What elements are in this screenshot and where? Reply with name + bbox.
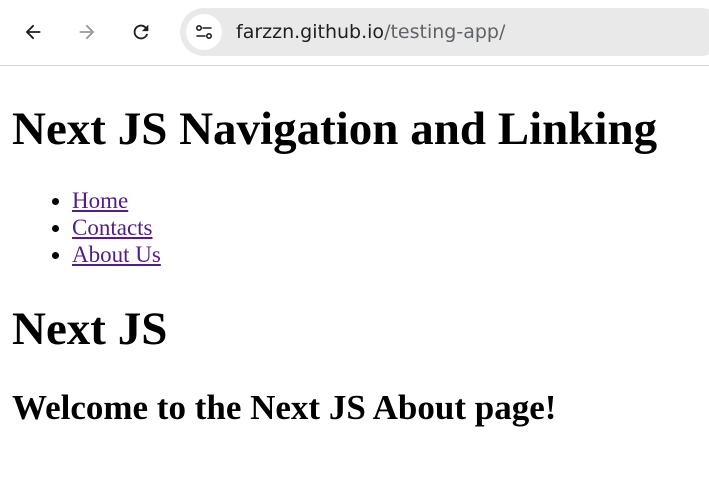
browser-toolbar: farzzn.github.io/testing-app/ (0, 0, 709, 66)
url-path: /testing-app/ (384, 21, 506, 43)
reload-icon (133, 24, 149, 40)
nav-link-contacts[interactable]: Contacts (72, 215, 153, 240)
nav-link-about[interactable]: About Us (72, 242, 161, 267)
nav-list: Home Contacts About Us (72, 187, 161, 268)
back-button[interactable] (13, 12, 53, 52)
address-bar[interactable]: farzzn.github.io/testing-app/ (180, 8, 709, 56)
arrow-right-icon (79, 24, 95, 40)
page-title: Next JS Navigation and Linking (12, 103, 658, 155)
url-text[interactable]: farzzn.github.io/testing-app/ (236, 20, 505, 44)
site-info-button[interactable] (186, 14, 222, 50)
welcome-subheading: Welcome to the Next JS About page! (12, 388, 557, 427)
url-host: farzzn.github.io (236, 21, 385, 43)
reload-button[interactable] (121, 12, 161, 52)
section-heading: Next JS (12, 303, 168, 355)
tune-icon (195, 24, 213, 40)
nav-item-home: Home (72, 187, 161, 214)
nav-item-about: About Us (72, 241, 161, 268)
nav-link-home[interactable]: Home (72, 188, 128, 213)
forward-button[interactable] (67, 12, 107, 52)
arrow-left-icon (25, 24, 41, 40)
page-content: Next JS Navigation and Linking Home Cont… (0, 67, 709, 493)
nav-item-contacts: Contacts (72, 214, 161, 241)
